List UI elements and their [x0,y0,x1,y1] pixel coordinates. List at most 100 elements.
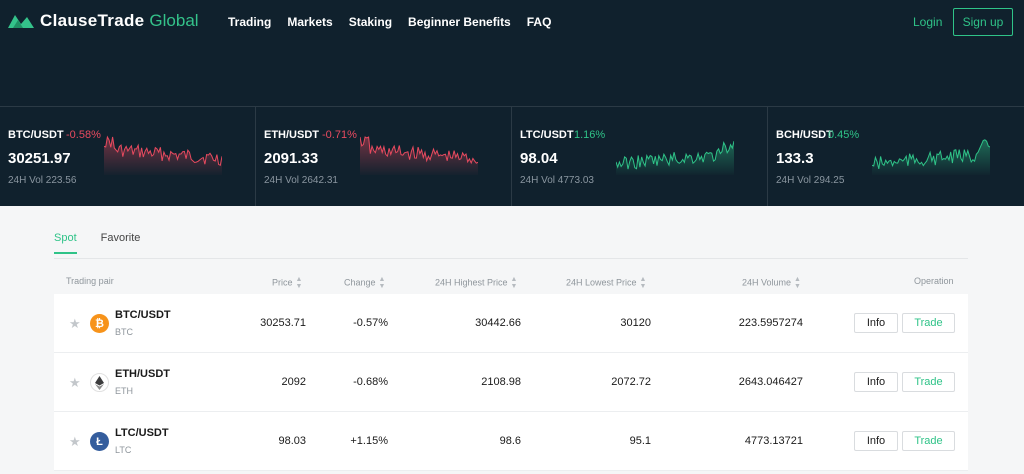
ticker-price: 98.04 [520,150,558,167]
row-volume: 4773.13721 [744,435,803,447]
nav-markets[interactable]: Markets [287,15,332,29]
table-header: Trading pair Price ▲ ▼ Change ▲ ▼ 24H Highes… [54,270,968,294]
sort-icon: ▲ ▼ [510,276,518,290]
row-volume: 223.5957274 [738,317,803,329]
header-low-label: 24H Lowest Price [566,277,637,288]
ticker-card-btc[interactable]: BTC/USDT -0.58% 30251.97 24H Vol 223.56 [0,107,256,206]
bitcoin-icon: ₿ [90,314,109,333]
logo[interactable]: ClauseTrade Global [8,11,199,31]
info-button[interactable]: Info [854,313,898,333]
row-high: 30442.66 [475,317,521,329]
ticker-pair: LTC/USDT [520,129,574,141]
top-nav: ClauseTrade Global Trading Markets Staki… [0,0,1024,44]
row-low: 30120 [620,317,651,329]
ticker-price: 30251.97 [8,150,71,167]
header-high[interactable]: 24H Highest Price ▲ ▼ [435,276,517,290]
sort-icon: ▲ ▼ [794,276,801,290]
row-base: ETH [115,386,133,396]
header-low[interactable]: 24H Lowest Price ▲ ▼ [566,276,646,290]
table-row[interactable]: ★ ₿ BTC/USDT BTC 30253.71 -0.57% 30442.6… [54,294,968,353]
star-icon[interactable]: ★ [69,316,81,332]
row-low: 2072.72 [611,376,651,388]
row-pair: ETH/USDT [115,368,170,380]
tab-favorite[interactable]: Favorite [101,232,141,254]
login-link[interactable]: Login [913,15,942,29]
brand-name: ClauseTrade [40,11,145,30]
header: ClauseTrade Global Trading Markets Staki… [0,0,1024,206]
star-icon[interactable]: ★ [69,375,81,391]
nav-faq[interactable]: FAQ [527,15,552,29]
header-price-label: Price [272,277,293,288]
ticker-card-eth[interactable]: ETH/USDT -0.71% 2091.33 24H Vol 2642.31 [256,107,512,206]
ticker-volume: 24H Vol 223.56 [8,175,77,186]
header-trading-pair: Trading pair [66,276,114,286]
header-change-label: Change [344,277,376,288]
star-icon[interactable]: ★ [69,434,81,450]
ticker-change: 0.45% [828,129,860,141]
market-tabs: Spot Favorite [54,232,164,254]
sparkline-chart [616,140,734,175]
market-table: ★ ₿ BTC/USDT BTC 30253.71 -0.57% 30442.6… [54,294,968,471]
sort-icon: ▲ ▼ [295,276,303,290]
brand-accent: Global [149,11,199,30]
trade-button[interactable]: Trade [902,313,955,333]
info-button[interactable]: Info [854,372,898,392]
ticker-volume: 24H Vol 294.25 [776,175,845,186]
main-menu: Trading Markets Staking Beginner Benefit… [228,15,567,29]
ticker-pair: BCH/USDT [776,129,833,141]
nav-staking[interactable]: Staking [349,15,392,29]
row-price: 2092 [281,376,306,388]
signup-button[interactable]: Sign up [953,8,1013,36]
row-volume: 2643.046427 [738,376,803,388]
trade-button[interactable]: Trade [902,431,955,451]
ticker-change: -0.58% [66,129,101,141]
tabs-divider [54,258,968,259]
ticker-pair: ETH/USDT [264,129,319,141]
info-button[interactable]: Info [854,431,898,451]
sparkline-chart [104,135,222,175]
ticker-change: 1.16% [574,129,606,141]
ticker-price: 2091.33 [264,150,319,167]
ticker-volume: 24H Vol 2642.31 [264,175,338,186]
row-pair: BTC/USDT [115,309,171,321]
header-price[interactable]: Price ▲ ▼ [272,276,302,290]
litecoin-icon: Ł [90,432,109,451]
header-volume[interactable]: 24H Volume ▲ ▼ [742,276,801,290]
row-change: -0.57% [353,317,388,329]
row-high: 98.6 [499,435,521,447]
header-high-label: 24H Highest Price [435,277,508,288]
table-row[interactable]: ★ ETH/USDT ETH 2092 -0.68% 2108.98 2072.… [54,353,968,412]
row-base: BTC [115,327,133,337]
ethereum-icon [90,373,109,392]
row-base: LTC [115,445,132,455]
sparkline-chart [872,139,990,175]
header-change[interactable]: Change ▲ ▼ [344,276,385,290]
logo-mark-icon [8,15,34,28]
ticker-card-bch[interactable]: BCH/USDT 0.45% 133.3 24H Vol 294.25 [768,107,1024,206]
ticker-volume: 24H Vol 4773.03 [520,175,594,186]
nav-beginner-benefits[interactable]: Beginner Benefits [408,15,511,29]
sparkline-chart [360,136,478,175]
row-change: -0.68% [353,376,388,388]
market-section: Spot Favorite Trading pair Price ▲ ▼ Chang… [0,206,1024,474]
trade-button[interactable]: Trade [902,372,955,392]
sparkline-area [360,137,478,175]
ticker-change: -0.71% [322,129,357,141]
ticker-strip: BTC/USDT -0.58% 30251.97 24H Vol 223.56 … [0,106,1024,206]
sort-icon: ▲ ▼ [639,276,647,290]
nav-trading[interactable]: Trading [228,15,271,29]
row-price: 30253.71 [260,317,306,329]
header-volume-label: 24H Volume [742,277,792,288]
header-operation: Operation [914,276,954,286]
row-high: 2108.98 [481,376,521,388]
row-change: +1.15% [350,435,388,447]
tab-spot[interactable]: Spot [54,232,77,254]
ticker-pair: BTC/USDT [8,129,64,141]
ticker-price: 133.3 [776,150,814,167]
table-row[interactable]: ★ Ł LTC/USDT LTC 98.03 +1.15% 98.6 95.1 … [54,412,968,471]
ticker-card-ltc[interactable]: LTC/USDT 1.16% 98.04 24H Vol 4773.03 [512,107,768,206]
row-low: 95.1 [629,435,651,447]
row-pair: LTC/USDT [115,427,169,439]
sort-icon: ▲ ▼ [378,276,386,290]
row-price: 98.03 [278,435,306,447]
